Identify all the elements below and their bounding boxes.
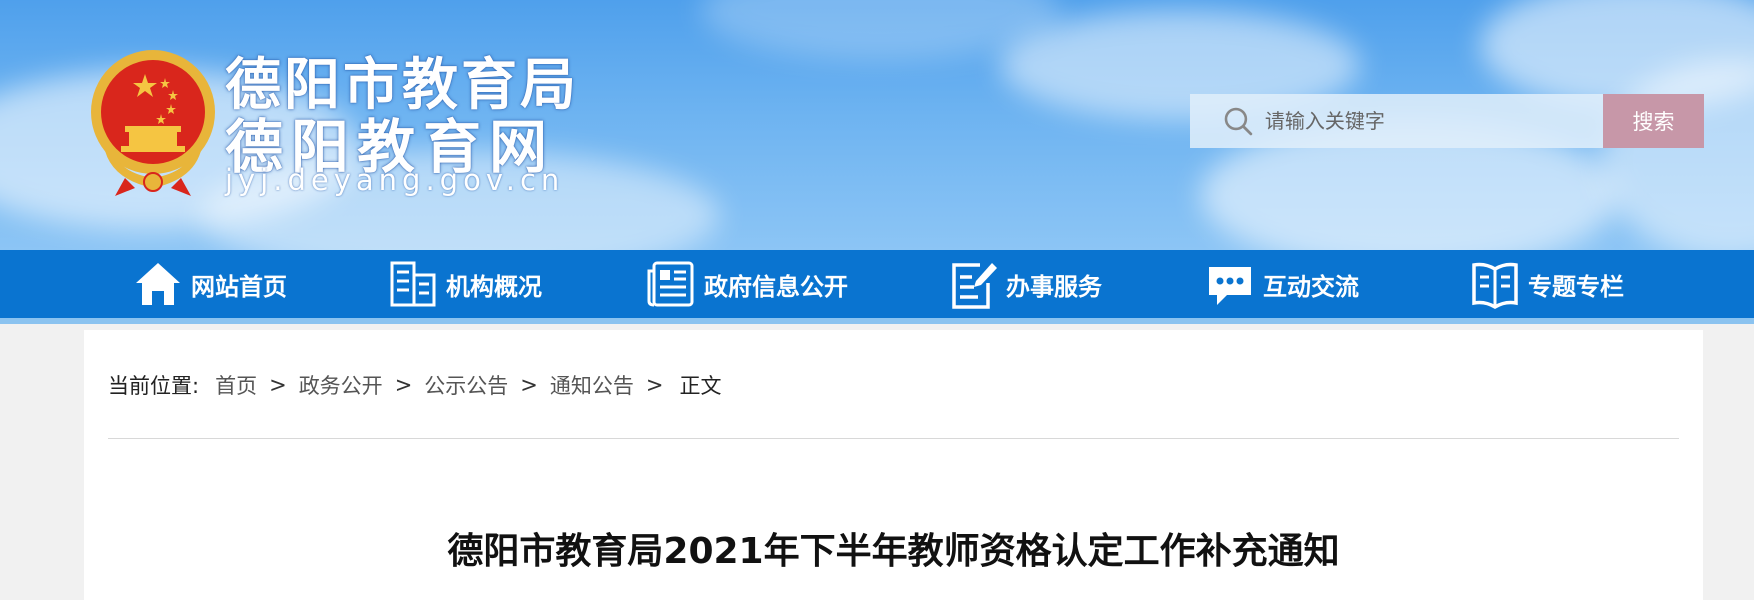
nav-item-special-topics[interactable]: 专题专栏 — [1470, 250, 1624, 318]
main-nav: 网站首页 机构概况 政府信息公开 办事服务 互动交流 专题专栏 — [0, 250, 1754, 324]
nav-item-home[interactable]: 网站首页 — [133, 250, 287, 318]
nav-item-gov-info[interactable]: 政府信息公开 — [646, 250, 848, 318]
breadcrumb-home[interactable]: 首页 — [215, 370, 257, 400]
nav-label: 机构概况 — [446, 272, 542, 301]
nav-item-organization[interactable]: 机构概况 — [388, 250, 542, 318]
site-header: 德阳市教育局 德阳教育网 jyj.deyang.gov.cn 搜索 — [0, 0, 1754, 250]
breadcrumb-label: 当前位置: — [108, 374, 200, 398]
nav-label: 专题专栏 — [1528, 272, 1624, 301]
nav-label: 互动交流 — [1263, 272, 1359, 301]
breadcrumb-current: 正文 — [679, 374, 722, 398]
home-icon — [136, 263, 180, 305]
search-input[interactable] — [1264, 109, 1603, 133]
search-icon — [1224, 107, 1253, 136]
breadcrumb-separator: > — [520, 373, 538, 397]
search-box — [1190, 94, 1603, 148]
nav-item-services[interactable]: 办事服务 — [948, 250, 1102, 318]
divider — [108, 438, 1679, 439]
nav-label: 网站首页 — [191, 272, 287, 301]
breadcrumb-separator: > — [645, 373, 664, 397]
chat-icon — [1209, 267, 1251, 305]
building-icon — [390, 261, 436, 307]
search-button[interactable]: 搜索 — [1603, 94, 1704, 148]
breadcrumb-notices[interactable]: 通知公告 — [550, 370, 634, 400]
site-domain: jyj.deyang.gov.cn — [225, 163, 565, 197]
nav-label: 政府信息公开 — [704, 272, 848, 301]
breadcrumb: 当前位置: 首页 > 政务公开 > 公示公告 > 通知公告 > 正文 — [108, 370, 722, 400]
nav-item-interaction[interactable]: 互动交流 — [1205, 250, 1359, 318]
article-title: 德阳市教育局2021年下半年教师资格认定工作补充通知 — [447, 531, 1340, 572]
document-edit-icon — [952, 263, 997, 309]
book-icon — [1472, 262, 1518, 310]
breadcrumb-separator: > — [269, 373, 287, 397]
breadcrumb-separator: > — [394, 373, 413, 397]
newspaper-icon — [647, 261, 694, 307]
national-emblem-icon — [91, 50, 215, 196]
content-panel: 当前位置: 首页 > 政务公开 > 公示公告 > 通知公告 > 正文 德阳市教育… — [84, 330, 1703, 600]
breadcrumb-announcements[interactable]: 公示公告 — [424, 370, 508, 400]
nav-label: 办事服务 — [1006, 272, 1102, 301]
breadcrumb-gov-affairs[interactable]: 政务公开 — [299, 370, 383, 400]
